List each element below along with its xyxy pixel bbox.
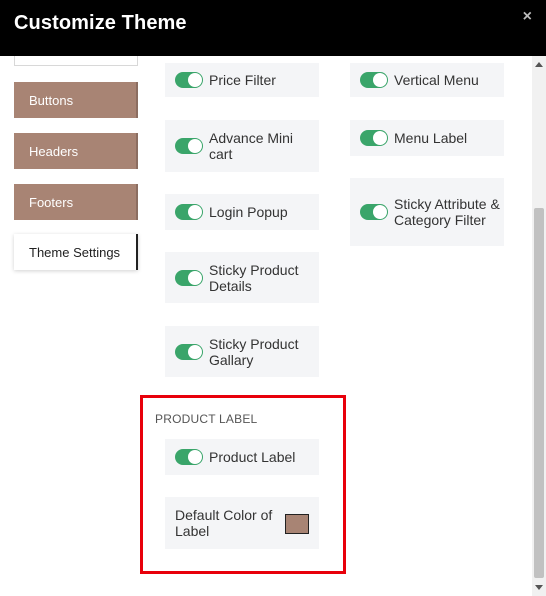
modal-title: Customize Theme — [14, 12, 187, 34]
toggle-knob — [188, 139, 202, 153]
sidebar-search-field[interactable] — [14, 56, 138, 66]
setting-label: Login Popup — [209, 204, 288, 220]
setting-card-sticky-attribute-category-filter: Sticky Attribute & Category Filter — [350, 178, 504, 246]
setting-label: Price Filter — [209, 72, 276, 88]
setting-label: Menu Label — [394, 130, 468, 146]
sidebar-item-buttons[interactable]: Buttons — [14, 82, 138, 118]
setting-label: Product Label — [209, 449, 296, 465]
toggle-switch[interactable] — [360, 204, 388, 220]
setting-label: Sticky Attribute & Category Filter — [394, 196, 500, 228]
setting-label: Sticky Product Gallary — [209, 335, 299, 368]
scroll-down-icon[interactable] — [535, 585, 543, 590]
setting-label: Default Color of Label — [175, 507, 273, 539]
setting-card-advance-mini-cart: Advance Mini cart — [165, 120, 319, 172]
toggle-switch[interactable] — [175, 138, 203, 154]
color-swatch[interactable] — [285, 514, 309, 534]
setting-card-vertical-menu: Vertical Menu — [350, 63, 504, 97]
setting-card-price-filter: Price Filter — [165, 63, 319, 97]
toggle-switch[interactable] — [175, 343, 203, 360]
modal-content: Buttons Headers Footers Theme Settings P… — [0, 56, 532, 596]
toggle-knob — [373, 131, 387, 145]
setting-card-login-popup: Login Popup — [165, 194, 319, 230]
setting-card-menu-label: Menu Label — [350, 120, 504, 156]
setting-card-sticky-product-details: Sticky Product Details — [165, 252, 319, 303]
setting-label: Sticky Product Details — [209, 261, 299, 294]
toggle-knob — [188, 73, 202, 87]
setting-label: Advance Mini cart — [209, 130, 294, 162]
toggle-switch[interactable] — [175, 269, 203, 286]
toggle-switch[interactable] — [360, 72, 388, 88]
sidebar-item-headers[interactable]: Headers — [14, 133, 138, 169]
sidebar-item-footers[interactable]: Footers — [14, 184, 138, 220]
section-title-product-label: PRODUCT LABEL — [155, 412, 258, 426]
toggle-switch[interactable] — [175, 72, 203, 88]
toggle-knob — [188, 270, 202, 285]
scrollbar-thumb[interactable] — [534, 208, 544, 578]
toggle-switch[interactable] — [175, 204, 203, 220]
close-icon[interactable]: × — [523, 8, 532, 26]
vertical-scrollbar[interactable] — [532, 56, 546, 596]
toggle-knob — [373, 205, 387, 219]
toggle-switch[interactable] — [360, 130, 388, 146]
toggle-knob — [373, 73, 387, 87]
setting-label: Vertical Menu — [394, 72, 479, 88]
scroll-up-icon[interactable] — [535, 62, 543, 67]
toggle-knob — [188, 205, 202, 219]
toggle-knob — [188, 450, 202, 464]
setting-card-default-label-color: Default Color of Label — [165, 497, 319, 549]
sidebar-item-theme-settings[interactable]: Theme Settings — [14, 234, 138, 270]
setting-card-sticky-product-gallary: Sticky Product Gallary — [165, 326, 319, 377]
toggle-knob — [188, 344, 202, 359]
toggle-switch[interactable] — [175, 449, 203, 465]
modal-header: Customize Theme × — [0, 0, 546, 56]
setting-card-product-label: Product Label — [165, 439, 319, 475]
